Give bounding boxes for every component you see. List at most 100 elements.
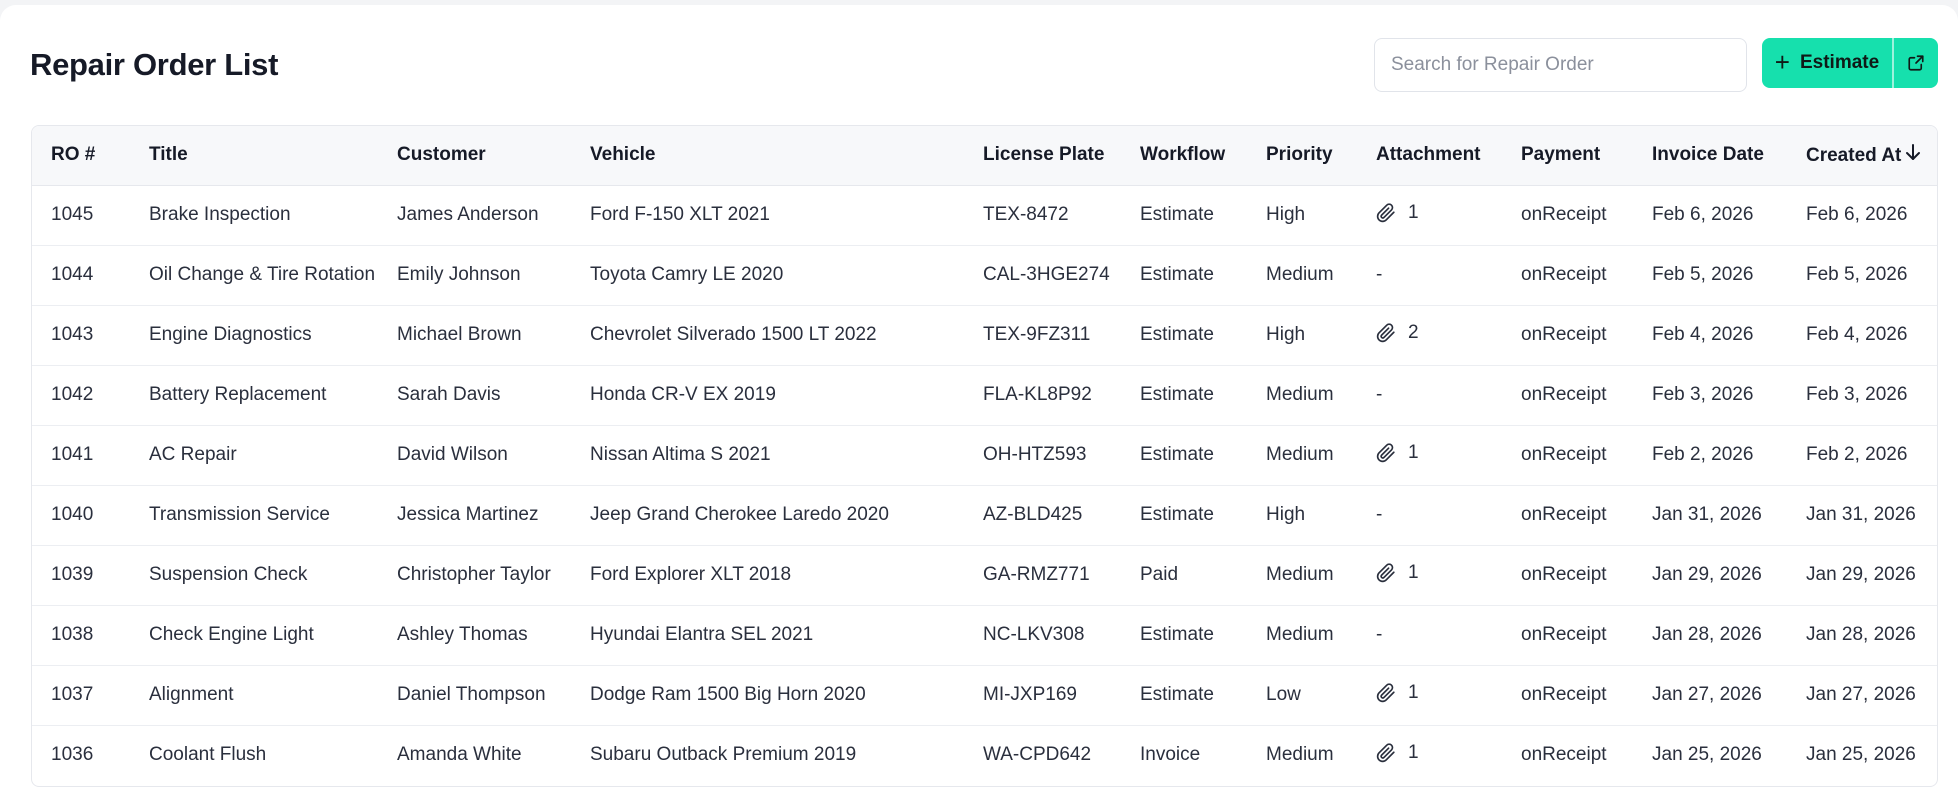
cell-license-plate: OH-HTZ593 — [983, 444, 1087, 465]
paperclip-icon — [1376, 562, 1395, 582]
cell-invoice-date: Jan 25, 2026 — [1652, 744, 1762, 766]
attachment-count: 2 — [1408, 321, 1419, 343]
cell-priority: High — [1266, 204, 1306, 225]
cell-title: Engine Diagnostics — [149, 324, 312, 345]
cell-ro-number: 1045 — [51, 204, 94, 225]
plus-icon: + — [1774, 47, 1790, 77]
cell-invoice-date: Jan 31, 2026 — [1652, 504, 1762, 525]
attachment-indicator[interactable]: 1 — [1376, 442, 1419, 464]
cell-created-at: Jan 27, 2026 — [1806, 684, 1916, 705]
cell-attachment: 2 — [1357, 305, 1502, 365]
paperclip-icon — [1376, 322, 1395, 342]
attachment-indicator[interactable]: 1 — [1376, 202, 1419, 224]
cell-customer: Daniel Thompson — [397, 684, 546, 705]
cell-ro-number: 1044 — [51, 264, 94, 285]
attachment-indicator[interactable]: 1 — [1376, 742, 1419, 764]
cell-workflow: Estimate — [1140, 384, 1214, 405]
cell-title: Suspension Check — [149, 564, 308, 585]
cell-invoice-date: Jan 28, 2026 — [1652, 624, 1762, 645]
cell-vehicle: Ford F-150 XLT 2021 — [590, 204, 770, 225]
column-header-attachment[interactable]: Attachment — [1357, 126, 1502, 186]
cell-attachment: - — [1376, 384, 1383, 405]
cell-priority: Medium — [1266, 264, 1334, 285]
cell-ro-number: 1041 — [51, 444, 94, 465]
column-header-created-at[interactable]: Created At — [1787, 126, 1937, 186]
page-title: Repair Order List — [30, 47, 279, 82]
cell-title: Battery Replacement — [149, 384, 327, 405]
add-estimate-button[interactable]: + Estimate — [1762, 38, 1892, 88]
table-row[interactable]: 1038 Check Engine Light Ashley Thomas Hyund… — [32, 605, 1937, 665]
table-row[interactable]: 1044 Oil Change & Tire Rotation Emily John… — [32, 245, 1937, 305]
repair-order-table: RO # Title Customer Vehicle License Plat… — [31, 125, 1938, 787]
cell-customer: Emily Johnson — [397, 264, 521, 285]
cell-created-at: Feb 2, 2026 — [1806, 444, 1908, 465]
table-row[interactable]: 1041 AC Repair David Wilson Nissan Altima S… — [32, 425, 1937, 485]
attachment-indicator[interactable]: 1 — [1376, 682, 1419, 704]
cell-invoice-date: Jan 27, 2026 — [1652, 684, 1762, 705]
paperclip-icon — [1376, 682, 1395, 702]
cell-license-plate: TEX-8472 — [983, 204, 1069, 225]
cell-workflow: Estimate — [1140, 444, 1214, 465]
cell-customer: Michael Brown — [397, 324, 522, 345]
add-estimate-label: Estimate — [1799, 52, 1880, 73]
cell-title: Alignment — [149, 684, 234, 705]
paperclip-icon — [1376, 743, 1395, 762]
cell-ro-number: 1042 — [51, 384, 94, 405]
cell-payment: onReceipt — [1521, 504, 1607, 525]
cell-attachment: 1 — [1357, 185, 1502, 245]
attachment-count: 1 — [1408, 561, 1419, 583]
open-external-button[interactable] — [1894, 38, 1938, 88]
column-header-priority[interactable]: Priority — [1247, 126, 1357, 186]
cell-title: Coolant Flush — [149, 744, 267, 766]
cell-invoice-date: Feb 4, 2026 — [1652, 324, 1754, 345]
column-header-customer[interactable]: Customer — [378, 126, 571, 186]
cell-customer: David Wilson — [397, 444, 508, 465]
cell-attachment: - — [1376, 504, 1383, 525]
cell-license-plate: FLA-KL8P92 — [983, 384, 1092, 405]
cell-title: Check Engine Light — [149, 624, 314, 645]
cell-created-at: Feb 4, 2026 — [1806, 324, 1908, 345]
column-header-workflow[interactable]: Workflow — [1121, 126, 1247, 186]
cell-payment: onReceipt — [1521, 444, 1607, 465]
column-header-license-plate[interactable]: License Plate — [964, 126, 1121, 186]
cell-vehicle: Nissan Altima S 2021 — [590, 444, 771, 465]
column-header-ro[interactable]: RO # — [32, 126, 130, 186]
table-row[interactable]: 1040 Transmission Service Jessica Martinez… — [32, 485, 1937, 545]
cell-attachment: 1 — [1357, 425, 1502, 485]
table-row[interactable]: 1045 Brake Inspection James Anderson Ford F… — [32, 185, 1937, 245]
cell-attachment: 1 — [1357, 725, 1502, 785]
cell-customer: Jessica Martinez — [397, 504, 539, 525]
attachment-count: 1 — [1408, 741, 1419, 763]
column-header-vehicle[interactable]: Vehicle — [571, 126, 964, 186]
cell-vehicle: Honda CR-V EX 2019 — [590, 384, 776, 405]
cell-created-at: Jan 29, 2026 — [1806, 564, 1916, 585]
cell-created-at: Jan 25, 2026 — [1806, 744, 1916, 766]
cell-workflow: Estimate — [1140, 204, 1214, 225]
column-header-payment[interactable]: Payment — [1502, 126, 1633, 186]
cell-customer: Sarah Davis — [397, 384, 501, 405]
cell-payment: onReceipt — [1521, 324, 1607, 345]
attachment-indicator[interactable]: 1 — [1376, 562, 1419, 584]
cell-payment: onReceipt — [1521, 564, 1607, 585]
table-row[interactable]: 1042 Battery Replacement Sarah Davis Honda … — [32, 365, 1937, 425]
arrow-down-icon[interactable] — [1905, 143, 1921, 167]
table-row[interactable]: 1039 Suspension Check Christopher Taylor Fo… — [32, 545, 1937, 605]
column-header-title[interactable]: Title — [130, 126, 378, 186]
table-row[interactable]: 1043 Engine Diagnostics Michael Brown Chevr… — [32, 305, 1937, 365]
column-header-invoice-date[interactable]: Invoice Date — [1633, 126, 1787, 186]
attachment-count: 1 — [1408, 681, 1419, 703]
cell-workflow: Estimate — [1140, 624, 1214, 645]
cell-ro-number: 1036 — [51, 744, 94, 766]
cell-customer: Ashley Thomas — [397, 624, 528, 645]
table-row[interactable]: 1037 Alignment Daniel Thompson Dodge Ram 15… — [32, 665, 1937, 725]
cell-vehicle: Toyota Camry LE 2020 — [590, 264, 784, 285]
paperclip-icon — [1376, 442, 1395, 462]
attachment-indicator[interactable]: 2 — [1376, 322, 1419, 344]
search-input[interactable] — [1374, 38, 1747, 92]
table-row[interactable]: 1036 Coolant Flush Amanda White Subaru Outb… — [32, 725, 1937, 785]
cell-license-plate: CAL-3HGE274 — [983, 264, 1110, 285]
cell-payment: onReceipt — [1521, 264, 1607, 285]
cell-priority: Medium — [1266, 444, 1334, 465]
cell-attachment: - — [1376, 264, 1383, 285]
cell-priority: Medium — [1266, 624, 1334, 645]
